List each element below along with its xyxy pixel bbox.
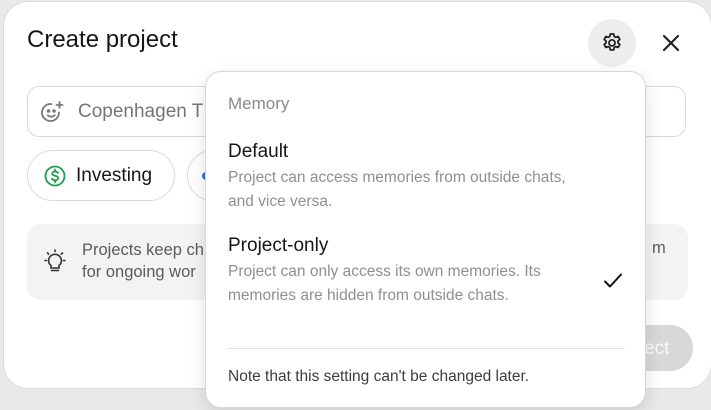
chip-label: Investing xyxy=(76,164,153,186)
close-button[interactable] xyxy=(654,26,688,60)
smiley-add-icon[interactable] xyxy=(40,100,66,126)
close-icon xyxy=(662,34,680,52)
lightbulb-icon xyxy=(44,249,66,272)
gear-icon xyxy=(603,33,621,51)
dollar-circle-icon xyxy=(44,165,66,186)
info-text-line-1: Projects keep ch xyxy=(82,241,204,259)
dialog-title: Create project xyxy=(27,26,178,53)
menu-header: Memory xyxy=(228,94,290,113)
info-text-line-2: for ongoing wor xyxy=(82,263,196,281)
option-label: Default xyxy=(228,141,289,162)
memory-settings-menu: Memory Default Project can access memori… xyxy=(205,71,646,408)
project-name-input[interactable] xyxy=(78,87,218,136)
option-description: Project can only access its own memories… xyxy=(228,263,541,304)
menu-note: Note that this setting can't be changed … xyxy=(228,368,530,385)
info-text: Projects keep ch for ongoing wor xyxy=(82,239,212,283)
checkmark-icon xyxy=(604,273,622,288)
option-label: Project-only xyxy=(228,235,329,256)
chip-investing[interactable]: Investing xyxy=(27,150,175,201)
settings-button[interactable] xyxy=(588,19,636,67)
info-text-tail: m xyxy=(652,239,666,257)
option-description: Project can access memories from outside… xyxy=(228,169,566,210)
menu-divider xyxy=(228,348,625,349)
